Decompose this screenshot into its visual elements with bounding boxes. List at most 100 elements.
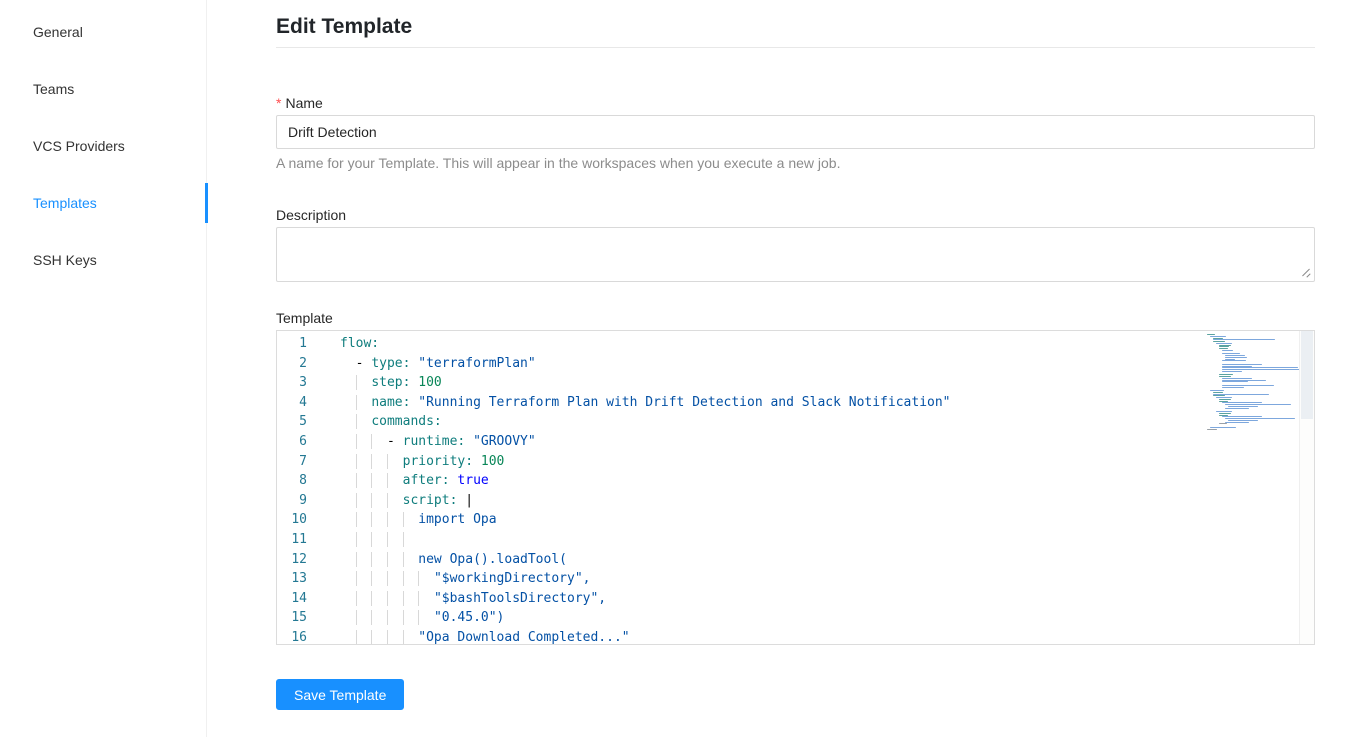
line-number: 11	[277, 530, 307, 550]
indent-guide	[356, 630, 372, 645]
sidebar-item-general[interactable]: General	[0, 3, 206, 60]
minimap-row	[1225, 404, 1291, 405]
name-help-text: A name for your Template. This will appe…	[276, 155, 1315, 171]
indent-space	[340, 473, 356, 488]
indent-guide	[356, 532, 372, 547]
indent-space	[340, 610, 356, 625]
indent-space	[340, 630, 356, 645]
code-token: new Opa().loadTool(	[418, 552, 567, 567]
code-line[interactable]: - runtime: "GROOVY"	[340, 432, 1314, 452]
indent-space	[340, 552, 356, 567]
line-number: 13	[277, 569, 307, 589]
code-token	[465, 434, 473, 449]
code-line[interactable]: "$bashToolsDirectory",	[340, 589, 1314, 609]
code-line[interactable]: script: |	[340, 491, 1314, 511]
code-token: import Opa	[418, 512, 496, 527]
code-token: commands:	[371, 414, 441, 429]
code-line[interactable]: "Opa Download Completed..."	[340, 628, 1314, 645]
indent-space	[340, 434, 356, 449]
indent-space	[340, 571, 356, 586]
code-area[interactable]: flow: - type: "terraformPlan" step: 100 …	[340, 334, 1314, 645]
line-number: 9	[277, 491, 307, 511]
code-token: -	[387, 434, 403, 449]
editor-scrollbar-slider[interactable]	[1301, 331, 1313, 419]
indent-guide	[387, 473, 403, 488]
template-label: Template	[276, 310, 1315, 326]
minimap-row	[1216, 397, 1232, 398]
minimap-row	[1219, 399, 1231, 400]
template-code-editor[interactable]: 12345678910111213141516 flow: - type: "t…	[276, 330, 1315, 645]
indent-guide	[387, 493, 403, 508]
line-number-gutter[interactable]: 12345678910111213141516	[277, 334, 307, 645]
code-line[interactable]	[340, 530, 1314, 550]
editor-scroll-area[interactable]: 12345678910111213141516 flow: - type: "t…	[277, 331, 1314, 644]
minimap-row	[1225, 418, 1295, 419]
code-line[interactable]: new Opa().loadTool(	[340, 550, 1314, 570]
indent-space	[340, 356, 356, 371]
code-line[interactable]: "0.45.0")	[340, 608, 1314, 628]
indent-guide	[387, 610, 403, 625]
minimap-row	[1222, 364, 1262, 365]
indent-guide	[371, 610, 387, 625]
indent-guide	[418, 591, 434, 606]
indent-guide	[356, 434, 372, 449]
sidebar-item-label: Teams	[33, 81, 74, 97]
sidebar-item-label: Templates	[33, 195, 97, 211]
code-line[interactable]: after: true	[340, 471, 1314, 491]
line-number: 2	[277, 354, 307, 374]
sidebar-item-templates[interactable]: Templates	[0, 174, 206, 231]
sidebar-item-label: VCS Providers	[33, 138, 125, 154]
indent-guide	[387, 454, 403, 469]
code-line[interactable]: "$workingDirectory",	[340, 569, 1314, 589]
minimap-row	[1219, 423, 1227, 424]
minimap-row	[1225, 422, 1249, 423]
name-input[interactable]	[276, 115, 1315, 149]
code-line[interactable]: name: "Running Terraform Plan with Drift…	[340, 393, 1314, 413]
line-number: 4	[277, 393, 307, 413]
description-textarea[interactable]	[276, 227, 1315, 282]
code-line[interactable]: flow:	[340, 334, 1314, 354]
editor-scrollbar[interactable]	[1299, 331, 1314, 644]
indent-guide	[403, 610, 419, 625]
settings-sidebar: General Teams VCS Providers Templates SSH Ke…	[0, 0, 207, 737]
code-token: "terraformPlan"	[418, 356, 535, 371]
line-number: 8	[277, 471, 307, 491]
code-line[interactable]: import Opa	[340, 510, 1314, 530]
sidebar-item-ssh-keys[interactable]: SSH Keys	[0, 231, 206, 288]
line-number: 7	[277, 452, 307, 472]
indent-guide	[371, 454, 387, 469]
minimap-row	[1219, 413, 1231, 414]
code-token: 100	[481, 454, 504, 469]
indent-guide	[418, 571, 434, 586]
code-line[interactable]: priority: 100	[340, 452, 1314, 472]
line-number: 15	[277, 608, 307, 628]
indent-guide	[356, 493, 372, 508]
indent-guide	[356, 552, 372, 567]
save-template-button[interactable]: Save Template	[276, 679, 404, 710]
code-token: script:	[403, 493, 458, 508]
minimap-row	[1228, 406, 1258, 407]
indent-guide	[387, 552, 403, 567]
page-title: Edit Template	[276, 15, 1315, 48]
indent-guide	[356, 473, 372, 488]
minimap-row	[1225, 408, 1249, 409]
code-token: step:	[371, 375, 410, 390]
indent-space	[340, 591, 356, 606]
indent-space	[340, 454, 356, 469]
indent-guide	[403, 512, 419, 527]
minimap-row	[1213, 392, 1223, 393]
indent-guide	[371, 552, 387, 567]
indent-guide	[356, 512, 372, 527]
sidebar-item-teams[interactable]: Teams	[0, 60, 206, 117]
code-line[interactable]: - type: "terraformPlan"	[340, 354, 1314, 374]
code-line[interactable]: step: 100	[340, 373, 1314, 393]
indent-guide	[356, 414, 372, 429]
indent-guide	[356, 610, 372, 625]
sidebar-item-vcs-providers[interactable]: VCS Providers	[0, 117, 206, 174]
indent-space	[340, 375, 356, 390]
editor-minimap[interactable]	[1207, 334, 1299, 430]
minimap-row	[1222, 385, 1274, 386]
minimap-row	[1222, 387, 1244, 388]
code-token: priority:	[403, 454, 473, 469]
code-line[interactable]: commands:	[340, 412, 1314, 432]
